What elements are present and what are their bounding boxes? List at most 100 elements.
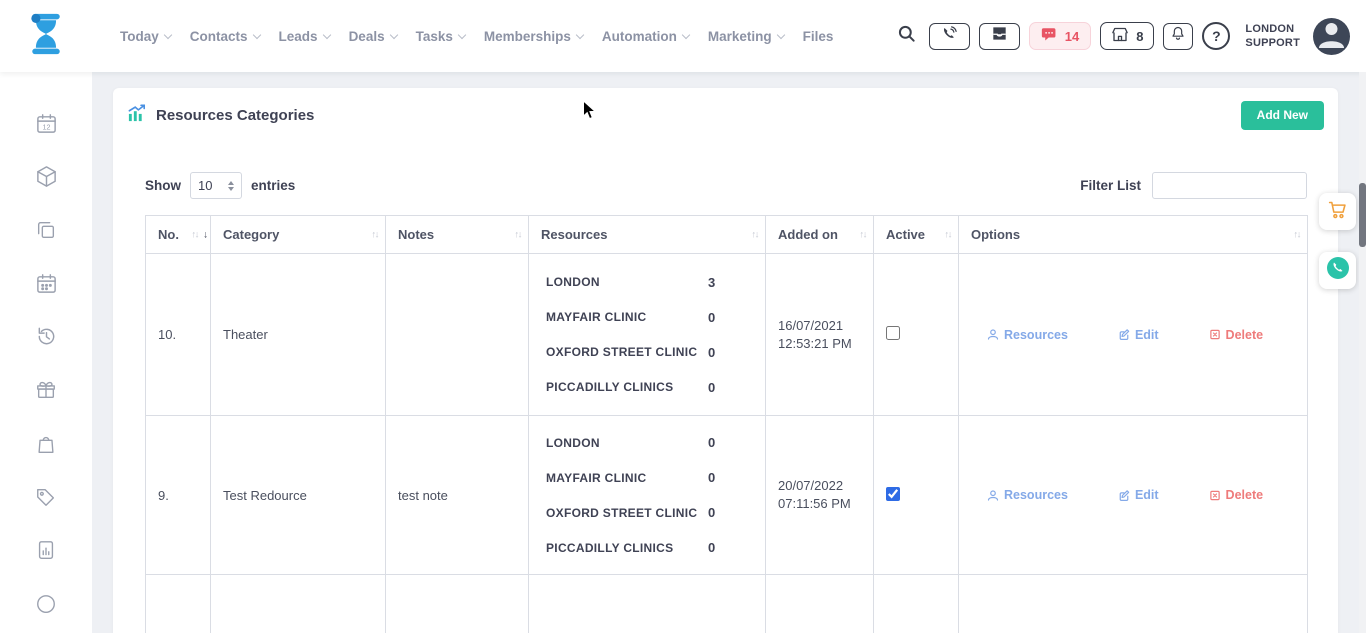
column-header-notes[interactable]: Notes↑↓ [386,216,529,254]
help-button[interactable]: ? [1202,22,1230,50]
nav-item-contacts[interactable]: Contacts [190,29,260,44]
nav-item-tasks[interactable]: Tasks [416,29,465,44]
active-checkbox[interactable] [886,326,900,340]
phone-icon [940,25,958,48]
nav-label: Deals [349,29,385,44]
page-size-select[interactable]: 10 [190,172,242,199]
chevron-down-icon [576,30,584,38]
cell-resources: LONDON3 MAYFAIR CLINIC0 OXFORD STREET CL… [529,254,766,416]
table-controls: Show 10 entries Filter List [145,172,1307,199]
sidebar-item-info[interactable] [0,580,92,633]
cell-notes [386,575,529,633]
added-time: 07:11:56 PM [778,495,873,513]
sort-icon: ↑↓ [515,229,522,240]
avatar[interactable] [1313,18,1350,55]
user-name: LONDON SUPPORT [1245,22,1300,51]
resource-line: MAYFAIR CLINIC0 [529,460,765,495]
notifications-button[interactable] [1163,23,1193,50]
main-nav-menu: Today Contacts Leads Deals Tasks Members… [120,29,833,44]
add-new-button[interactable]: Add New [1241,101,1324,130]
cell-added-on [766,575,874,633]
sidebar-item-shop[interactable] [0,419,92,472]
floating-cart-button[interactable] [1319,193,1356,230]
nav-item-today[interactable]: Today [120,29,171,44]
resource-line: LONDON0 [529,425,765,460]
page-size-value: 10 [198,178,212,193]
active-checkbox[interactable] [886,487,900,501]
sidebar-item-packages[interactable] [0,152,92,205]
nav-item-leads[interactable]: Leads [279,29,330,44]
column-header-category[interactable]: Category↑↓ [211,216,386,254]
cell-options: Resources Edit Delete [959,416,1308,575]
store-count: 8 [1136,29,1143,44]
nav-label: Marketing [708,29,772,44]
nav-item-memberships[interactable]: Memberships [484,29,583,44]
main-content: Resources Categories Add New Show 10 ent… [92,72,1366,633]
nav-label: Contacts [190,29,248,44]
sort-icon: ↑↓ [752,229,759,240]
added-time: 12:53:21 PM [778,335,873,353]
copy-icon [35,219,57,246]
phone-call-button[interactable] [929,23,970,50]
search-button[interactable] [894,23,920,49]
shopping-bag-icon [35,433,57,460]
chat-count: 14 [1065,29,1079,44]
sidebar-item-history[interactable] [0,313,92,366]
nav-item-files[interactable]: Files [803,29,834,44]
floating-phone-button[interactable] [1319,252,1356,289]
inbox-button[interactable] [979,23,1020,50]
booking-calendar-icon [35,272,58,300]
nav-label: Leads [279,29,318,44]
sidebar-item-bookings[interactable] [0,259,92,312]
column-header-resources[interactable]: Resources↑↓ [529,216,766,254]
column-header-added-on[interactable]: Added on↑↓ [766,216,874,254]
user-name-line1: LONDON [1245,22,1300,36]
edit-link[interactable]: Edit [1118,328,1159,342]
inbox-icon [990,25,1009,47]
sidebar-item-duplicates[interactable] [0,206,92,259]
scrollbar-thumb[interactable] [1359,183,1366,247]
cell-active [874,575,959,633]
edit-link[interactable]: Edit [1118,488,1159,502]
cell-no: 10. [146,254,211,416]
cell-no: 9. [146,416,211,575]
sidebar-item-reports[interactable] [0,526,92,579]
report-icon [35,539,57,566]
app-logo[interactable] [0,11,92,62]
nav-item-deals[interactable]: Deals [349,29,397,44]
sidebar-item-calendar[interactable]: 12 [0,99,92,152]
filter-input[interactable] [1152,172,1307,199]
cell-options [959,575,1308,633]
resources-link[interactable]: Resources [987,488,1068,502]
chat-icon [1041,27,1058,46]
tag-icon [35,486,57,513]
store-notifications-badge[interactable]: 8 [1100,22,1154,50]
column-header-options[interactable]: Options↑↓ [959,216,1308,254]
chevron-down-icon [252,30,260,38]
delete-link[interactable]: Delete [1209,488,1264,502]
sort-icon: ↑↓ [372,229,379,240]
sidebar-item-tags[interactable] [0,473,92,526]
analytics-icon [127,104,147,127]
column-header-active[interactable]: Active↑↓ [874,216,959,254]
nav-item-marketing[interactable]: Marketing [708,29,784,44]
chat-notifications-badge[interactable]: 14 [1029,22,1091,50]
cell-category: Theater [211,254,386,416]
column-header-no[interactable]: No.↑↓↓ [146,216,211,254]
navbar-right-cluster: 14 8 ? LONDON SUPPORT [894,18,1366,55]
page-title: Resources Categories [156,107,314,124]
chevron-down-icon [682,30,690,38]
help-label: ? [1212,28,1221,44]
storefront-icon [1111,26,1129,46]
sidebar-item-gifts[interactable] [0,366,92,419]
nav-item-automation[interactable]: Automation [602,29,689,44]
resources-link[interactable]: Resources [987,328,1068,342]
resource-line: PICCADILLY CLINICS0 [529,370,765,405]
cell-resources: LONDON0 MAYFAIR CLINIC0 OXFORD STREET CL… [529,416,766,575]
chevron-down-icon [458,30,466,38]
cell-notes: test note [386,416,529,575]
sort-icon: ↑↓ [192,229,199,240]
top-navbar: Today Contacts Leads Deals Tasks Members… [0,0,1366,72]
sort-desc-icon: ↓ [203,229,208,240]
delete-link[interactable]: Delete [1209,328,1264,342]
